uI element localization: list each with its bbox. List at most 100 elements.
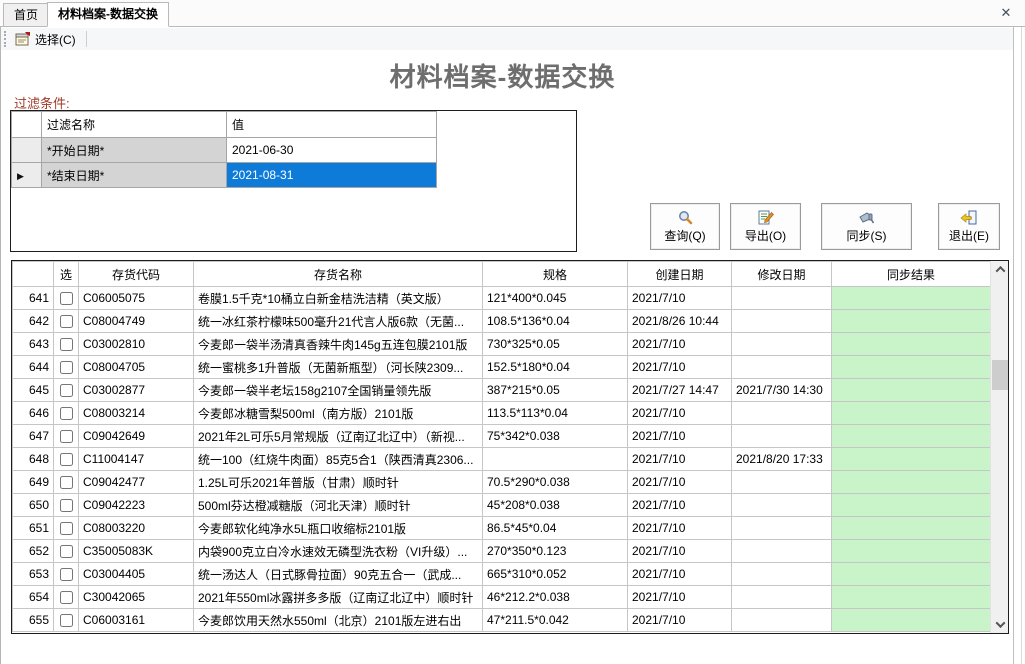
created-date-cell[interactable]: 2021/7/10 — [628, 356, 732, 379]
modified-date-cell[interactable] — [732, 609, 832, 632]
inventory-name-cell[interactable]: 内袋900克立白冷水速效无磷型洗衣粉（VI升级）... — [194, 540, 483, 563]
inventory-code-cell[interactable]: C08004705 — [79, 356, 194, 379]
row-checkbox[interactable] — [60, 315, 73, 328]
filter-name-cell[interactable]: *结束日期* — [42, 163, 227, 188]
inventory-name-cell[interactable]: 卷膜1.5千克*10桶立白新金桔洗洁精（英文版） — [194, 287, 483, 310]
filter-row[interactable]: *开始日期* 2021-06-30 — [12, 138, 437, 163]
inventory-name-cell[interactable]: 今麦郎饮用天然水550ml（北京）2101版左进右出 — [194, 609, 483, 632]
row-checkbox[interactable] — [60, 568, 73, 581]
row-checkbox[interactable] — [60, 430, 73, 443]
created-date-cell[interactable]: 2021/7/10 — [628, 540, 732, 563]
sync-result-cell[interactable] — [832, 517, 991, 540]
spec-cell[interactable]: 152.5*180*0.04 — [483, 356, 628, 379]
sync-result-cell[interactable] — [832, 287, 991, 310]
exit-button[interactable]: 退出(E) — [938, 203, 1000, 250]
sync-result-header[interactable]: 同步结果 — [832, 262, 991, 287]
modified-date-cell[interactable] — [732, 540, 832, 563]
modified-date-cell[interactable]: 2021/8/20 17:33 — [732, 448, 832, 471]
spec-cell[interactable]: 665*310*0.052 — [483, 563, 628, 586]
table-row[interactable]: 653 C03004405 统一汤达人（日式豚骨拉面）90克五合一（武成... … — [13, 563, 991, 586]
row-number[interactable]: 651 — [13, 517, 54, 540]
created-date-cell[interactable]: 2021/7/10 — [628, 609, 732, 632]
modified-date-cell[interactable] — [732, 471, 832, 494]
query-button[interactable]: 查询(Q) — [650, 203, 720, 250]
table-row[interactable]: 646 C08003214 今麦郎冰糖雪梨500ml（南方版）2101版 113… — [13, 402, 991, 425]
spec-cell[interactable]: 730*325*0.05 — [483, 333, 628, 356]
row-number[interactable]: 643 — [13, 333, 54, 356]
tab-home[interactable]: 首页 — [3, 3, 49, 27]
inventory-name-cell[interactable]: 今麦郎一袋半老坛158g2107全国销量领先版 — [194, 379, 483, 402]
filter-name-header[interactable]: 过滤名称 — [42, 112, 227, 138]
modified-date-cell[interactable] — [732, 310, 832, 333]
created-date-cell[interactable]: 2021/7/10 — [628, 471, 732, 494]
row-number[interactable]: 652 — [13, 540, 54, 563]
table-row[interactable]: 652 C35005083K 内袋900克立白冷水速效无磷型洗衣粉（VI升级）.… — [13, 540, 991, 563]
modified-date-cell[interactable] — [732, 287, 832, 310]
created-date-cell[interactable]: 2021/7/10 — [628, 287, 732, 310]
spec-cell[interactable]: 86.5*45*0.04 — [483, 517, 628, 540]
inventory-code-cell[interactable]: C35005083K — [79, 540, 194, 563]
inventory-code-cell[interactable]: C08003214 — [79, 402, 194, 425]
spec-cell[interactable]: 70.5*290*0.038 — [483, 471, 628, 494]
modified-date-cell[interactable] — [732, 563, 832, 586]
modified-date-cell[interactable] — [732, 402, 832, 425]
spec-header[interactable]: 规格 — [483, 262, 628, 287]
row-number[interactable]: 647 — [13, 425, 54, 448]
sync-result-cell[interactable] — [832, 540, 991, 563]
sync-result-cell[interactable] — [832, 471, 991, 494]
table-row[interactable]: 649 C09042477 1.25L可乐2021年普版（甘肃）顺时针 70.5… — [13, 471, 991, 494]
inventory-code-cell[interactable]: C09042223 — [79, 494, 194, 517]
inventory-code-cell[interactable]: C03004405 — [79, 563, 194, 586]
close-icon[interactable]: ✕ — [997, 4, 1015, 22]
row-selector[interactable] — [12, 138, 42, 163]
sync-result-cell[interactable] — [832, 425, 991, 448]
scrollbar-thumb[interactable] — [992, 360, 1008, 390]
inventory-code-cell[interactable]: C30042065 — [79, 586, 194, 609]
created-date-header[interactable]: 创建日期 — [628, 262, 732, 287]
modified-date-cell[interactable] — [732, 494, 832, 517]
row-number[interactable]: 642 — [13, 310, 54, 333]
inventory-name-cell[interactable]: 统一汤达人（日式豚骨拉面）90克五合一（武成... — [194, 563, 483, 586]
table-row[interactable]: 645 C03002877 今麦郎一袋半老坛158g2107全国销量领先版 38… — [13, 379, 991, 402]
inventory-name-cell[interactable]: 今麦郎一袋半汤清真香辣牛肉145g五连包膜2101版 — [194, 333, 483, 356]
modified-date-cell[interactable] — [732, 586, 832, 609]
inventory-code-cell[interactable]: C09042477 — [79, 471, 194, 494]
row-number[interactable]: 653 — [13, 563, 54, 586]
vertical-scrollbar[interactable] — [990, 261, 1008, 633]
inventory-code-cell[interactable]: C09042649 — [79, 425, 194, 448]
select-column-header[interactable]: 选 — [54, 262, 79, 287]
inventory-code-cell[interactable]: C06005075 — [79, 287, 194, 310]
inventory-name-cell[interactable]: 2021年550ml冰露拼多多版（辽南辽北辽中）顺时针 — [194, 586, 483, 609]
row-selector[interactable]: ▶ — [12, 163, 42, 188]
row-number[interactable]: 655 — [13, 609, 54, 632]
table-row[interactable]: 641 C06005075 卷膜1.5千克*10桶立白新金桔洗洁精（英文版） 1… — [13, 287, 991, 310]
table-row[interactable]: 650 C09042223 500ml芬达橙减糖版（河北天津）顺时针 45*20… — [13, 494, 991, 517]
created-date-cell[interactable]: 2021/7/10 — [628, 333, 732, 356]
created-date-cell[interactable]: 2021/7/10 — [628, 563, 732, 586]
sync-result-cell[interactable] — [832, 494, 991, 517]
inventory-name-cell[interactable]: 500ml芬达橙减糖版（河北天津）顺时针 — [194, 494, 483, 517]
inventory-name-header[interactable]: 存货名称 — [194, 262, 483, 287]
spec-cell[interactable]: 113.5*113*0.04 — [483, 402, 628, 425]
sync-result-cell[interactable] — [832, 586, 991, 609]
row-number[interactable]: 645 — [13, 379, 54, 402]
row-checkbox[interactable] — [60, 476, 73, 489]
inventory-code-cell[interactable]: C06003161 — [79, 609, 194, 632]
sync-result-cell[interactable] — [832, 379, 991, 402]
spec-cell[interactable]: 387*215*0.05 — [483, 379, 628, 402]
inventory-code-header[interactable]: 存货代码 — [79, 262, 194, 287]
sync-result-cell[interactable] — [832, 448, 991, 471]
spec-cell[interactable]: 45*208*0.038 — [483, 494, 628, 517]
inventory-name-cell[interactable]: 统一冰红茶柠檬味500毫升21代言人版6款（无菌... — [194, 310, 483, 333]
inventory-code-cell[interactable]: C08004749 — [79, 310, 194, 333]
sync-result-cell[interactable] — [832, 402, 991, 425]
table-row[interactable]: 654 C30042065 2021年550ml冰露拼多多版（辽南辽北辽中）顺时… — [13, 586, 991, 609]
created-date-cell[interactable]: 2021/7/27 14:47 — [628, 379, 732, 402]
spec-cell[interactable]: 121*400*0.045 — [483, 287, 628, 310]
spec-cell[interactable]: 108.5*136*0.04 — [483, 310, 628, 333]
spec-cell[interactable]: 46*212.2*0.038 — [483, 586, 628, 609]
row-number-header[interactable] — [13, 262, 54, 287]
inventory-name-cell[interactable]: 统一蜜桃多1升普版（无菌新瓶型）（河长陕2309... — [194, 356, 483, 379]
row-checkbox[interactable] — [60, 591, 73, 604]
created-date-cell[interactable]: 2021/8/26 10:44 — [628, 310, 732, 333]
